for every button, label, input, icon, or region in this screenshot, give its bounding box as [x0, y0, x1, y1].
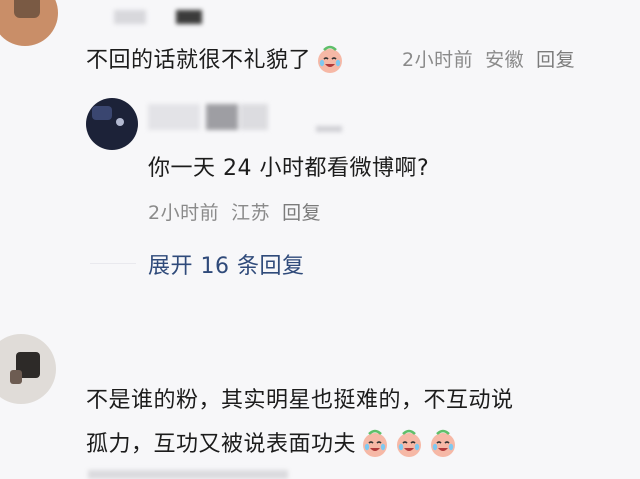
comment-location: 安徽: [485, 49, 525, 71]
avatar[interactable]: [0, 0, 58, 46]
comment-time: 2小时前: [402, 49, 474, 71]
username-blurred[interactable]: [90, 8, 202, 26]
badge-blurred: [316, 126, 342, 132]
expand-replies-button[interactable]: 展开 16 条回复: [148, 248, 304, 280]
comment-text: 孤力，互功又被说表面功夫: [86, 426, 458, 458]
avatar[interactable]: [86, 98, 138, 150]
comment-meta: 2小时前 安徽 回复: [402, 45, 587, 72]
comment-text-line1: 不是谁的粉，其实明星也挺难的，不互动说: [86, 388, 514, 413]
divider: [90, 263, 136, 264]
username-blurred[interactable]: [148, 100, 278, 130]
comment-text: 不是谁的粉，其实明星也挺难的，不互动说: [86, 382, 514, 414]
reply-button[interactable]: 回复: [282, 202, 321, 224]
comment-text-content: 不回的话就很不礼貌了: [86, 48, 312, 73]
reply-time: 2小时前: [148, 202, 220, 224]
comment-text: 不回的话就很不礼貌了: [86, 42, 345, 74]
reply-location: 江苏: [231, 202, 271, 224]
reply-button[interactable]: 回复: [536, 49, 575, 71]
avatar[interactable]: [0, 334, 56, 404]
crying-laughing-icon: [394, 428, 424, 458]
reply-meta: 2小时前 江苏 回复: [148, 198, 333, 225]
comment-text-line2: 孤力，互功又被说表面功夫: [86, 432, 357, 457]
crying-laughing-icon: [360, 428, 390, 458]
reply-text: 你一天 24 小时都看微博啊?: [148, 156, 430, 181]
comment-meta-cutoff: [88, 470, 288, 479]
crying-laughing-icon: [315, 44, 345, 74]
crying-laughing-icon: [428, 428, 458, 458]
